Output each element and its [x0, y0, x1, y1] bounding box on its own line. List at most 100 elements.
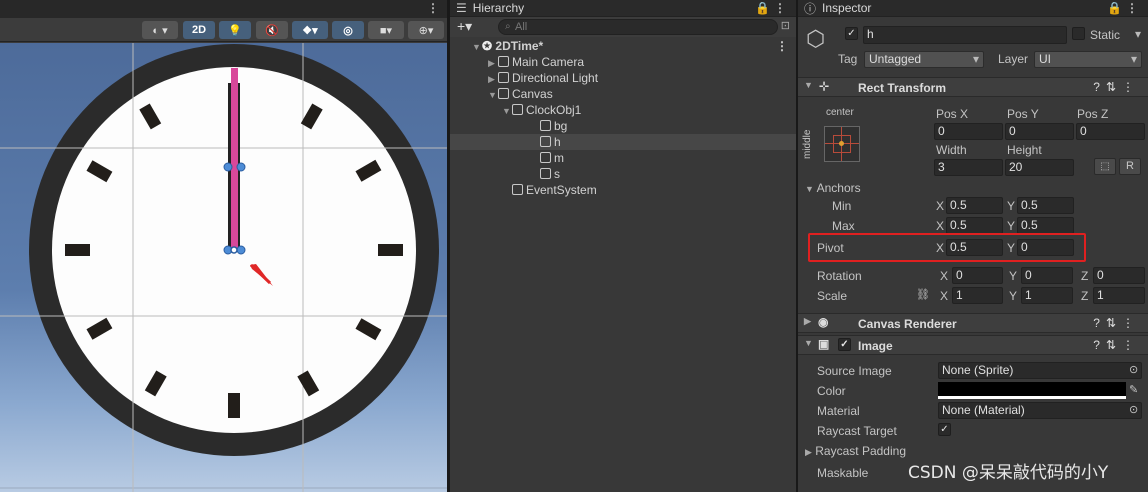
- static-checkbox[interactable]: [1072, 27, 1085, 40]
- hierarchy-item-m[interactable]: m: [450, 150, 796, 166]
- 2d-toggle-button[interactable]: 2D: [183, 21, 215, 39]
- pos-z-field[interactable]: 0: [1076, 123, 1145, 140]
- tag-label: Tag: [838, 52, 858, 66]
- hour-hand: [231, 68, 238, 251]
- inspector-title: Inspector: [822, 1, 872, 15]
- material-field[interactable]: None (Material): [938, 402, 1142, 419]
- lighting-toggle-icon[interactable]: 💡: [219, 21, 251, 39]
- anchor-preset-button[interactable]: [824, 126, 860, 162]
- blueprint-mode-icon[interactable]: ⬚: [1094, 158, 1116, 175]
- inspector-info-icon: ⓘ: [804, 1, 817, 16]
- tag-dropdown[interactable]: Untagged: [864, 51, 984, 68]
- hierarchy-search-input[interactable]: ⌕ All: [498, 19, 778, 35]
- rotation-x-field[interactable]: 0: [952, 267, 1003, 284]
- eyedropper-icon[interactable]: ✎: [1129, 383, 1138, 396]
- pos-y-label: Pos Y: [1007, 107, 1039, 121]
- scene-canvas[interactable]: [0, 43, 447, 492]
- hidden-objects-toggle-icon[interactable]: ◎: [332, 21, 364, 39]
- search-filter-icon[interactable]: ⊡: [781, 19, 790, 32]
- eye-icon: ◉: [818, 315, 829, 329]
- canvas-renderer-title: Canvas Renderer: [858, 317, 957, 331]
- pos-z-label: Pos Z: [1077, 107, 1109, 121]
- pos-x-label: Pos X: [936, 107, 969, 121]
- expand-arrow-icon: ▶: [805, 447, 812, 457]
- active-checkbox[interactable]: ✓: [845, 27, 858, 40]
- clock-scene-render: [0, 43, 447, 492]
- anchor-preset-side-label: middle: [802, 129, 813, 159]
- pivot-label: Pivot: [817, 241, 844, 255]
- gameobject-icon: [498, 72, 509, 83]
- draw-mode-button[interactable]: ◐ ▾: [142, 21, 178, 39]
- hierarchy-tab[interactable]: ☰ Hierarchy 🔒⋮: [450, 0, 796, 17]
- gameobject-large-icon: ⬡: [806, 26, 826, 51]
- static-dropdown[interactable]: [1135, 27, 1145, 44]
- gizmos-button-icon[interactable]: ⊕▾: [408, 21, 444, 39]
- hierarchy-item-h[interactable]: h: [450, 134, 796, 150]
- anchors-foldout[interactable]: ▼ Anchors: [805, 181, 861, 195]
- inspector-tab[interactable]: ⓘ Inspector 🔒⋮: [798, 0, 1148, 17]
- object-picker-icon[interactable]: ⊙: [1129, 403, 1138, 416]
- axis-y-label: Y: [1009, 269, 1018, 283]
- collapse-arrow-icon[interactable]: ▼: [804, 338, 813, 348]
- effects-toggle-icon[interactable]: ❖▾: [292, 21, 328, 39]
- object-name-field[interactable]: h: [863, 26, 1067, 44]
- inspector-lock-icon[interactable]: 🔒⋮: [1107, 1, 1142, 15]
- width-field[interactable]: 3: [934, 159, 1003, 176]
- anchor-min-y-field[interactable]: 0.5: [1017, 197, 1074, 214]
- camera-settings-icon[interactable]: ■▾: [368, 21, 404, 39]
- canvas-renderer-header[interactable]: ▶ ◉ Canvas Renderer ?⇅⋮: [798, 313, 1148, 333]
- raycast-padding-foldout[interactable]: ▶ Raycast Padding: [805, 444, 906, 458]
- max-label: Max: [832, 219, 855, 233]
- axis-x-label: X: [936, 241, 945, 255]
- raw-edit-button[interactable]: R: [1119, 158, 1141, 175]
- scene-menu-icon[interactable]: ⋮: [427, 1, 439, 15]
- scale-label: Scale: [817, 289, 848, 303]
- pos-y-field[interactable]: 0: [1005, 123, 1074, 140]
- image-header[interactable]: ▼ ▣ ✓ Image ?⇅⋮: [798, 335, 1148, 355]
- image-enabled-checkbox[interactable]: ✓: [838, 338, 851, 351]
- collapse-arrow-icon[interactable]: ▼: [804, 80, 813, 90]
- gameobject-icon: [498, 56, 509, 67]
- audio-toggle-icon[interactable]: 🔇: [256, 21, 288, 39]
- rotation-y-field[interactable]: 0: [1021, 267, 1073, 284]
- hierarchy-item-bg[interactable]: bg: [450, 118, 796, 134]
- anchor-min-x-field[interactable]: 0.5: [946, 197, 1003, 214]
- height-field[interactable]: 20: [1005, 159, 1074, 176]
- image-component-icon: ▣: [818, 337, 830, 351]
- hierarchy-item-eventsystem[interactable]: EventSystem: [450, 182, 796, 198]
- hierarchy-lock-icon[interactable]: 🔒⋮: [755, 1, 790, 15]
- anchor-max-y-field[interactable]: 0.5: [1017, 217, 1074, 234]
- expand-arrow-icon[interactable]: ▶: [804, 316, 811, 327]
- hierarchy-item-canvas[interactable]: ▼ Canvas: [450, 86, 796, 102]
- pos-x-field[interactable]: 0: [934, 123, 1003, 140]
- hierarchy-item-s[interactable]: s: [450, 166, 796, 182]
- scene-menu-icon[interactable]: ⋮: [776, 38, 788, 54]
- rotation-z-field[interactable]: 0: [1093, 267, 1145, 284]
- constrain-proportions-icon[interactable]: ⛓: [916, 288, 930, 301]
- gameobject-icon: [540, 168, 551, 179]
- anchor-max-x-field[interactable]: 0.5: [946, 217, 1003, 234]
- layer-label: Layer: [998, 52, 1029, 66]
- color-swatch[interactable]: [938, 382, 1126, 399]
- scale-z-field[interactable]: 1: [1093, 287, 1145, 304]
- pivot-x-field[interactable]: 0.5: [946, 239, 1003, 256]
- scale-x-field[interactable]: 1: [952, 287, 1003, 304]
- create-plus-icon[interactable]: +▾: [457, 18, 472, 35]
- component-menu-icon[interactable]: ?⇅⋮: [1093, 316, 1140, 330]
- source-image-label: Source Image: [817, 364, 892, 378]
- scale-y-field[interactable]: 1: [1021, 287, 1073, 304]
- object-picker-icon[interactable]: ⊙: [1129, 363, 1138, 376]
- component-menu-icon[interactable]: ?⇅⋮: [1093, 338, 1140, 352]
- layer-dropdown[interactable]: UI: [1034, 51, 1142, 68]
- component-menu-icon[interactable]: ?⇅⋮: [1093, 80, 1140, 94]
- hierarchy-icon: ☰: [456, 1, 467, 15]
- axis-y-label: Y: [1009, 289, 1018, 303]
- hierarchy-item-main-camera[interactable]: ▶ Main Camera: [450, 54, 796, 70]
- rect-transform-header[interactable]: ▼ ⊹ Rect Transform ?⇅⋮: [798, 77, 1148, 97]
- raycast-target-checkbox[interactable]: ✓: [938, 423, 951, 436]
- hierarchy-item-clockobj1[interactable]: ▼ ClockObj1: [450, 102, 796, 118]
- hierarchy-item-directional-light[interactable]: ▶ Directional Light: [450, 70, 796, 86]
- scene-root-item[interactable]: ▼✪ 2DTime* ⋮: [450, 38, 796, 54]
- source-image-field[interactable]: None (Sprite): [938, 362, 1142, 379]
- pivot-y-field[interactable]: 0: [1017, 239, 1074, 256]
